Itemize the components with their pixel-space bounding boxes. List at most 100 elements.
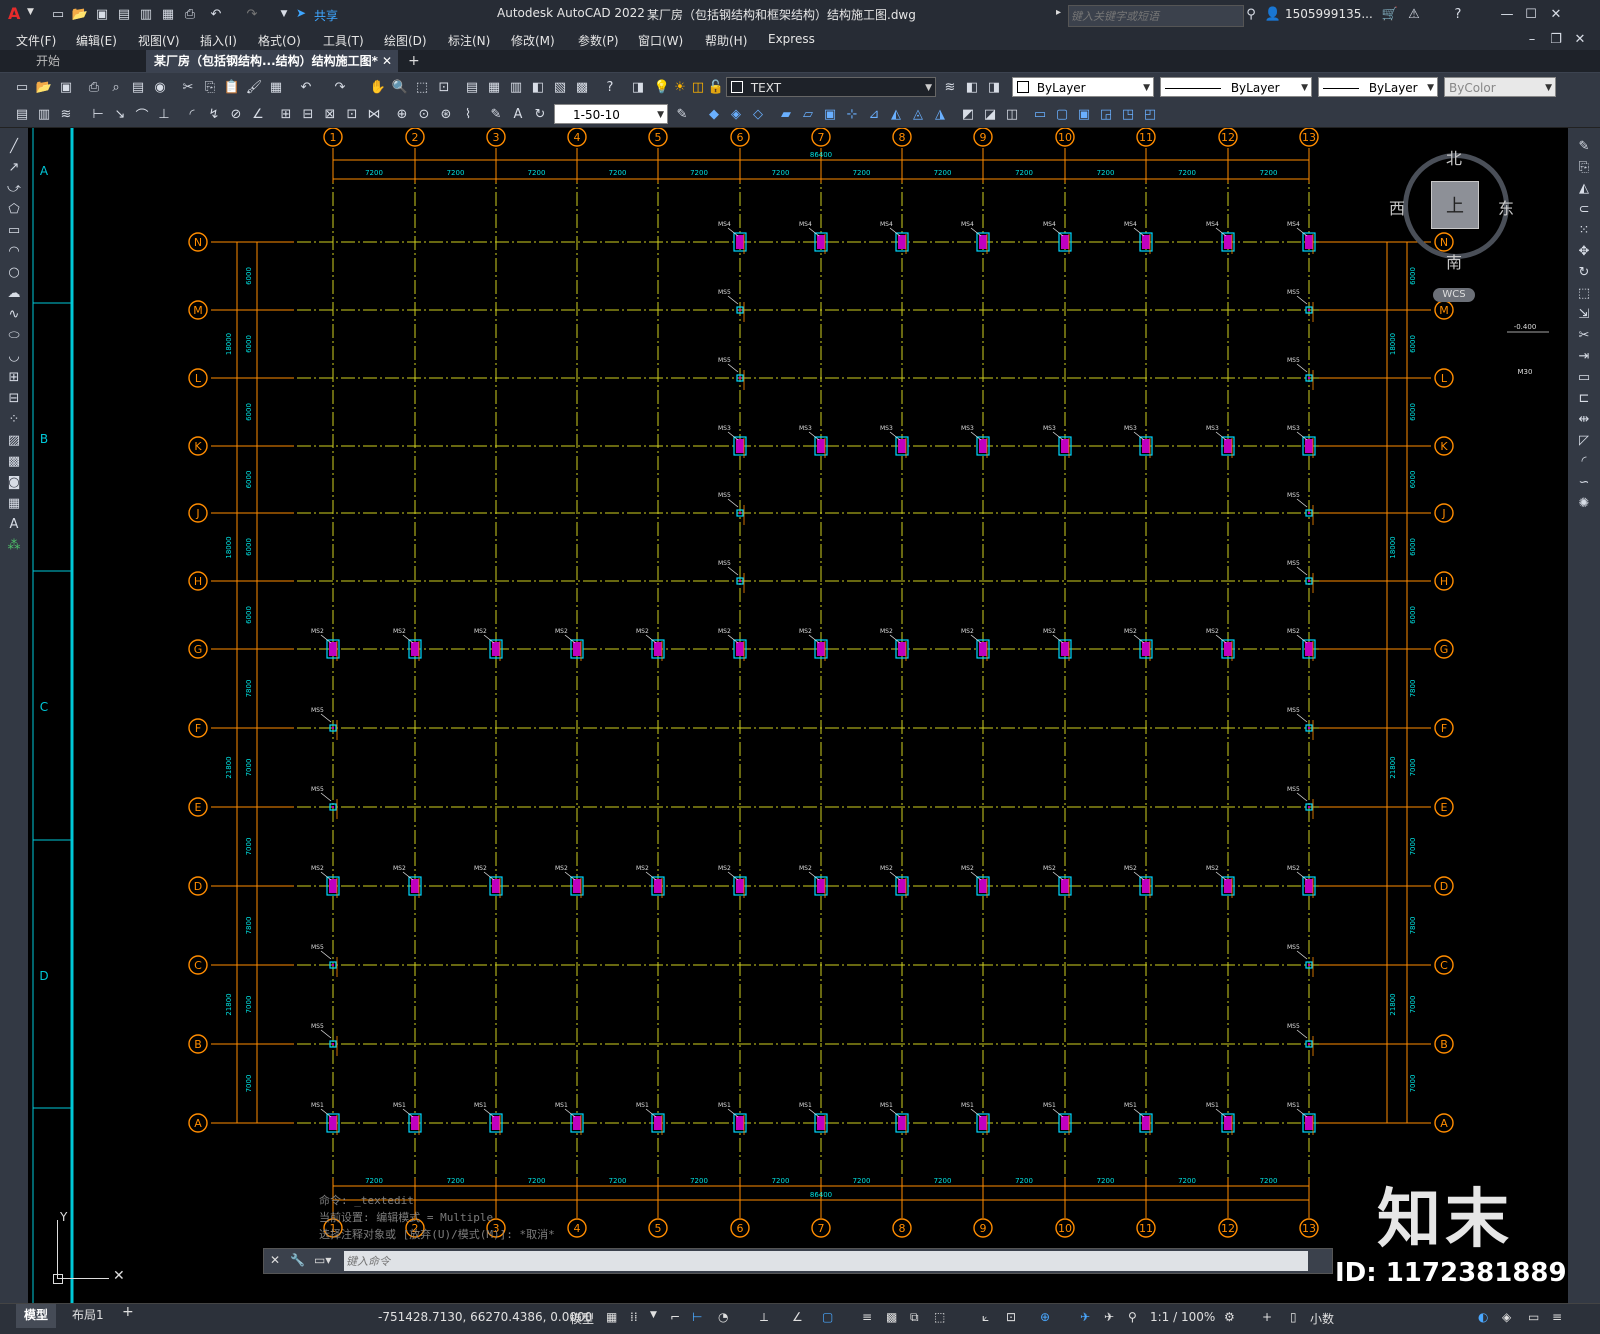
ucs-world-icon[interactable]: ◈: [726, 104, 746, 124]
polygon-icon[interactable]: ⬠: [4, 199, 24, 219]
zoom-previous-icon[interactable]: ⊡: [434, 77, 454, 97]
erase-icon[interactable]: ✎: [1574, 136, 1594, 156]
dynamic-ucs-icon[interactable]: ⟀: [982, 1310, 989, 1325]
doc-restore-icon[interactable]: ❐: [1546, 29, 1566, 49]
3d-print-icon[interactable]: ◉: [150, 77, 170, 97]
ucs-face-icon[interactable]: ▰: [776, 104, 796, 124]
command-close-icon[interactable]: ✕: [270, 1253, 280, 1267]
aligned-dim-icon[interactable]: ↘: [110, 104, 130, 124]
new-file-icon[interactable]: ▭: [48, 4, 68, 24]
open-icon[interactable]: 📂: [34, 77, 54, 97]
chamfer-icon[interactable]: ◸: [1574, 430, 1594, 450]
sun-icon[interactable]: ☀: [670, 77, 690, 97]
menu-dimension[interactable]: 标注(N): [448, 32, 490, 49]
diameter-dim-icon[interactable]: ⊘: [226, 104, 246, 124]
layout1-tab[interactable]: 布局1: [72, 1306, 104, 1323]
array-icon[interactable]: ⁙: [1574, 220, 1594, 240]
menu-file[interactable]: 文件(F): [16, 32, 56, 49]
tolerance-icon[interactable]: ⊕: [392, 104, 412, 124]
properties-icon[interactable]: ▤: [462, 77, 482, 97]
plot-icon[interactable]: ⎙: [180, 4, 200, 24]
menu-insert[interactable]: 插入(I): [200, 32, 237, 49]
add-layout-button[interactable]: +: [122, 1304, 134, 1320]
help-tb-icon[interactable]: ?: [600, 77, 620, 97]
arc-icon[interactable]: ◠: [4, 241, 24, 261]
command-customize-icon[interactable]: 🔧: [290, 1253, 305, 1267]
user-name[interactable]: 1505999135...: [1285, 7, 1373, 21]
radius-dim-icon[interactable]: ◜: [182, 104, 202, 124]
blend-icon[interactable]: ∽: [1574, 472, 1594, 492]
ellipse-icon[interactable]: ⬭: [4, 325, 24, 345]
tab-start[interactable]: 开始: [0, 50, 144, 72]
view-iso-icon[interactable]: ◲: [1096, 104, 1116, 124]
construction-line-icon[interactable]: ↗: [4, 157, 24, 177]
tab-close-icon[interactable]: ✕: [382, 50, 392, 72]
view-left-icon[interactable]: ◫: [1002, 104, 1022, 124]
freeze-icon[interactable]: ◫: [688, 77, 708, 97]
menu-tools[interactable]: 工具(T): [323, 32, 364, 49]
properties-sm-icon[interactable]: ▤: [12, 104, 32, 124]
make-current-icon[interactable]: ≋: [940, 77, 960, 97]
polyline-icon[interactable]: ⤻: [4, 178, 24, 198]
share-icon[interactable]: ➤: [296, 6, 306, 20]
view-nw-icon[interactable]: ◰: [1140, 104, 1160, 124]
workspace-icon[interactable]: ▥: [34, 104, 54, 124]
markup-icon[interactable]: ▧: [550, 77, 570, 97]
publish-icon[interactable]: ▤: [128, 77, 148, 97]
units-value[interactable]: 小数: [1310, 1310, 1334, 1327]
isodraft-icon[interactable]: ⟂: [760, 1310, 768, 1325]
layer-dropdown[interactable]: TEXT ▼: [726, 77, 936, 97]
spline-icon[interactable]: ∿: [4, 304, 24, 324]
make-block-icon[interactable]: ⊟: [4, 388, 24, 408]
ucs-y-icon[interactable]: ◮: [930, 104, 950, 124]
sheet-set-icon[interactable]: ◧: [528, 77, 548, 97]
move-icon[interactable]: ✥: [1574, 241, 1594, 261]
join-icon[interactable]: ⇹: [1574, 409, 1594, 429]
zoom-window-icon[interactable]: ⬚: [412, 77, 432, 97]
infer-icon[interactable]: ⌐: [670, 1310, 680, 1324]
ucs-origin-icon[interactable]: ⊹: [842, 104, 862, 124]
layer-props-icon[interactable]: ◨: [628, 77, 648, 97]
share-button[interactable]: 共享: [314, 7, 338, 24]
revcloud-icon[interactable]: ☁: [4, 283, 24, 303]
coordinates-readout[interactable]: -751428.7130, 66270.4386, 0.0000: [378, 1310, 592, 1324]
viewcube-top-face[interactable]: 上: [1431, 181, 1479, 229]
cut-icon[interactable]: ✂: [178, 77, 198, 97]
zoom-realtime-icon[interactable]: 🔍: [390, 77, 410, 97]
ucs-3point-icon[interactable]: ◭: [886, 104, 906, 124]
maximize-icon[interactable]: ☐: [1521, 4, 1541, 24]
hardware-accel-icon[interactable]: ◈: [1502, 1310, 1511, 1324]
break-point-icon[interactable]: ▭: [1574, 367, 1594, 387]
mirror-icon[interactable]: ◭: [1574, 178, 1594, 198]
ucs-x-icon[interactable]: ◬: [908, 104, 928, 124]
save-tb-icon[interactable]: ▣: [56, 77, 76, 97]
clean-screen-icon[interactable]: ▭: [1528, 1310, 1539, 1324]
ordinate-dim-icon[interactable]: ⊥: [154, 104, 174, 124]
continue-dim-icon[interactable]: ⊠: [320, 104, 340, 124]
copy-icon[interactable]: ⎘: [200, 77, 220, 97]
app-menu-arrow-icon[interactable]: ▼: [27, 7, 34, 17]
menu-express[interactable]: Express: [768, 32, 815, 46]
jogged-dim-icon[interactable]: ↯: [204, 104, 224, 124]
autocad-logo[interactable]: A: [8, 4, 20, 23]
cart-icon[interactable]: 🛒: [1380, 4, 1400, 24]
gizmo-icon[interactable]: ⊕: [1040, 1310, 1050, 1324]
quick-dim-icon[interactable]: ⊞: [276, 104, 296, 124]
dimtedit-icon[interactable]: A: [508, 104, 528, 124]
add-selected-icon[interactable]: ⁂: [4, 535, 24, 555]
view-front-icon[interactable]: ▢: [1052, 104, 1072, 124]
rotate-icon[interactable]: ↻: [1574, 262, 1594, 282]
annotation-visibility-icon[interactable]: ✈: [1080, 1310, 1090, 1324]
menu-window[interactable]: 窗口(W): [638, 32, 683, 49]
offset-icon[interactable]: ⊂: [1574, 199, 1594, 219]
preview-icon[interactable]: ⌕: [106, 77, 126, 97]
tab-drawing[interactable]: 某厂房（包括钢结构...结构）结构施工图* ✕: [146, 50, 398, 72]
menu-view[interactable]: 视图(V): [138, 32, 180, 49]
inspect-icon[interactable]: ⊛: [436, 104, 456, 124]
ellipse-arc-icon[interactable]: ◡: [4, 346, 24, 366]
undo-tb-icon[interactable]: ↶: [296, 77, 316, 97]
customization-icon[interactable]: ≡: [1552, 1310, 1562, 1324]
ucs-zaxis-icon[interactable]: ⊿: [864, 104, 884, 124]
command-input[interactable]: [344, 1251, 1308, 1271]
model-space-button[interactable]: 模型: [570, 1310, 594, 1327]
